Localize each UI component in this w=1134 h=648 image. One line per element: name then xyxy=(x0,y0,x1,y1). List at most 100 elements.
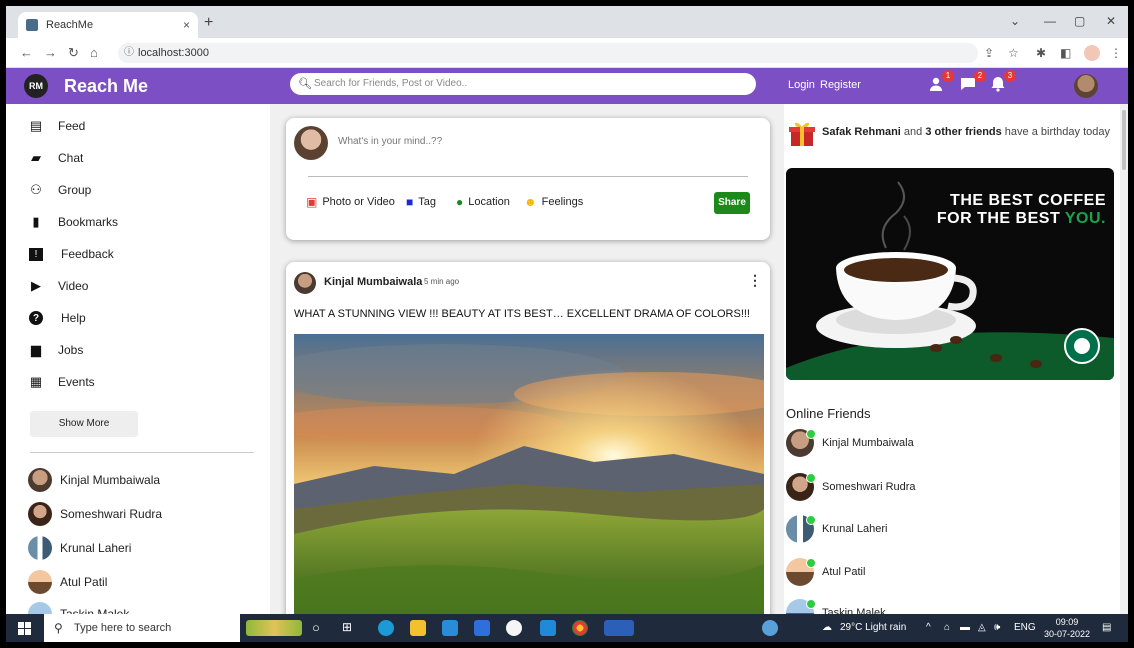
new-tab-button[interactable]: + xyxy=(204,14,213,32)
post-image[interactable] xyxy=(294,334,764,624)
favicon-icon xyxy=(26,19,38,31)
share-icon[interactable]: ⇪ xyxy=(984,46,994,60)
home-icon[interactable]: ⌂ xyxy=(90,45,98,60)
ad-headline-2: FOR THE BEST YOU. xyxy=(916,210,1106,228)
chrome-icon[interactable] xyxy=(572,620,588,636)
extensions-icon[interactable]: ✱ xyxy=(1036,46,1046,60)
mail-icon[interactable] xyxy=(442,620,458,636)
feedback-icon: ! xyxy=(29,247,43,261)
wifi-icon[interactable]: ◬ xyxy=(978,622,986,633)
sidebar-item-video[interactable]: ▶ Video xyxy=(26,276,88,296)
back-icon[interactable]: ← xyxy=(20,45,33,60)
option-label: Feelings xyxy=(541,196,584,208)
online-friend-item[interactable]: Krunal Laheri xyxy=(786,514,887,544)
tag-icon: ■ xyxy=(406,195,414,209)
scrollbar-thumb[interactable] xyxy=(1122,110,1126,170)
maximize-icon[interactable]: ▢ xyxy=(1074,14,1085,28)
friend-item[interactable]: Someshwari Rudra xyxy=(28,501,162,527)
weather-text[interactable]: 29°C Light rain xyxy=(840,622,906,633)
notifications-icon[interactable]: 3 xyxy=(990,70,1016,96)
clock-date: 30-07-2022 xyxy=(1044,629,1091,639)
share-button[interactable]: Share xyxy=(714,192,750,214)
notification-center-icon[interactable]: ▤ xyxy=(1102,622,1111,633)
close-window-icon[interactable]: ✕ xyxy=(1106,14,1116,28)
location-option[interactable]: ● Location xyxy=(456,195,510,209)
user-avatar[interactable] xyxy=(1074,74,1098,98)
sidebar-item-bookmarks[interactable]: ▮ Bookmarks xyxy=(26,212,118,232)
friend-item[interactable]: Atul Patil xyxy=(28,569,107,595)
sidebar-item-group[interactable]: ⚇ Group xyxy=(26,180,91,200)
tray-chevron-icon[interactable]: ^ xyxy=(926,622,931,633)
store-icon[interactable] xyxy=(474,620,490,636)
register-link[interactable]: Register xyxy=(820,79,861,91)
minimize-icon[interactable]: — xyxy=(1044,14,1056,28)
brand-title[interactable]: Reach Me xyxy=(64,76,148,97)
reload-icon[interactable]: ↻ xyxy=(68,45,79,61)
profile-icon[interactable] xyxy=(1084,45,1100,61)
edge-icon[interactable] xyxy=(378,620,394,636)
taskbar-search-input[interactable]: ⚲ Type here to search xyxy=(44,614,240,642)
birthday-name[interactable]: Safak Rehmani xyxy=(822,126,901,138)
github-icon[interactable] xyxy=(506,620,522,636)
sidebar-item-help[interactable]: ? Help xyxy=(26,308,86,328)
login-link[interactable]: Login xyxy=(788,79,815,91)
forward-icon[interactable]: → xyxy=(44,45,57,60)
show-more-button[interactable]: Show More xyxy=(30,411,138,437)
battery-icon[interactable]: ▬ xyxy=(960,622,970,633)
sidebar-item-chat[interactable]: ▰ Chat xyxy=(26,148,83,168)
share-input[interactable]: What's in your mind..?? xyxy=(338,136,442,147)
logo-icon[interactable]: RM xyxy=(24,74,48,98)
volume-icon[interactable]: 🕪︎ xyxy=(994,622,1000,633)
online-friend-item[interactable]: Someshwari Rudra xyxy=(786,472,916,502)
help-tray-icon[interactable] xyxy=(762,620,778,636)
chat-icon: ▰ xyxy=(31,150,41,165)
friend-requests-icon[interactable]: 1 xyxy=(928,70,954,96)
location-icon: ● xyxy=(456,195,464,209)
word-icon[interactable] xyxy=(604,620,634,636)
more-options-icon[interactable]: ⋮ xyxy=(748,272,762,289)
language-indicator[interactable]: ENG xyxy=(1014,622,1036,633)
sidebar-item-events[interactable]: ▦ Events xyxy=(26,372,95,392)
windows-start-icon[interactable] xyxy=(18,622,32,636)
photo-icon: ▣ xyxy=(306,195,318,209)
bookmark-star-icon[interactable]: ☆ xyxy=(1008,46,1019,60)
browser-tab[interactable]: ReachMe × xyxy=(18,12,198,38)
tag-option[interactable]: ■ Tag xyxy=(406,195,436,209)
search-icon: 🔍︎ xyxy=(298,78,312,90)
tab-close-icon[interactable]: × xyxy=(183,18,190,32)
clock[interactable]: 09:09 30-07-2022 xyxy=(1044,616,1090,640)
coffee-ad[interactable]: THE BEST COFFEE FOR THE BEST YOU. xyxy=(786,168,1114,380)
search-placeholder: Search for Friends, Post or Video.. xyxy=(314,78,468,89)
search-input[interactable]: 🔍︎ Search for Friends, Post or Video.. xyxy=(290,73,756,95)
cortana-icon[interactable]: ○ xyxy=(312,620,320,635)
jobs-icon: ▆ xyxy=(31,342,41,357)
post-author[interactable]: Kinjal Mumbaiwala xyxy=(324,276,422,288)
sidebar-item-feedback[interactable]: ! Feedback xyxy=(26,244,114,264)
sidepanel-icon[interactable]: ◧ xyxy=(1060,46,1071,60)
feed-icon: ▤ xyxy=(29,118,43,133)
browser-tab-bar: ReachMe × + ⌄ — ▢ ✕ xyxy=(6,6,1128,38)
menu-icon[interactable]: ⋮ xyxy=(1110,46,1122,60)
widget-icon[interactable] xyxy=(246,620,302,636)
tab-search-icon[interactable]: ⌄ xyxy=(1010,14,1020,28)
messages-icon[interactable]: 2 xyxy=(960,70,986,96)
sidebar-item-jobs[interactable]: ▆ Jobs xyxy=(26,340,83,360)
online-friend-item[interactable]: Kinjal Mumbaiwala xyxy=(786,428,914,458)
info-icon[interactable]: ⓘ xyxy=(124,43,134,63)
avatar[interactable] xyxy=(294,272,316,294)
sidebar-item-feed[interactable]: ▤ Feed xyxy=(26,116,86,136)
birthday-count[interactable]: 3 other friends xyxy=(925,126,1001,138)
task-view-icon[interactable]: ⊞ xyxy=(342,620,352,634)
url-field[interactable]: ⓘ localhost:3000 xyxy=(118,43,978,63)
share-box: What's in your mind..?? ▣ Photo or Video … xyxy=(286,118,770,240)
weather-icon[interactable]: ☁ xyxy=(822,622,832,633)
friend-item[interactable]: Kinjal Mumbaiwala xyxy=(28,467,160,493)
feelings-option[interactable]: ☻ Feelings xyxy=(524,195,583,209)
friend-item[interactable]: Krunal Laheri xyxy=(28,535,131,561)
photo-video-option[interactable]: ▣ Photo or Video xyxy=(306,195,395,209)
network-icon[interactable]: ⌂ xyxy=(944,622,950,633)
vscode-icon[interactable] xyxy=(540,620,556,636)
scrollbar-track[interactable] xyxy=(1120,104,1128,614)
online-friend-item[interactable]: Atul Patil xyxy=(786,557,865,587)
file-explorer-icon[interactable] xyxy=(410,620,426,636)
